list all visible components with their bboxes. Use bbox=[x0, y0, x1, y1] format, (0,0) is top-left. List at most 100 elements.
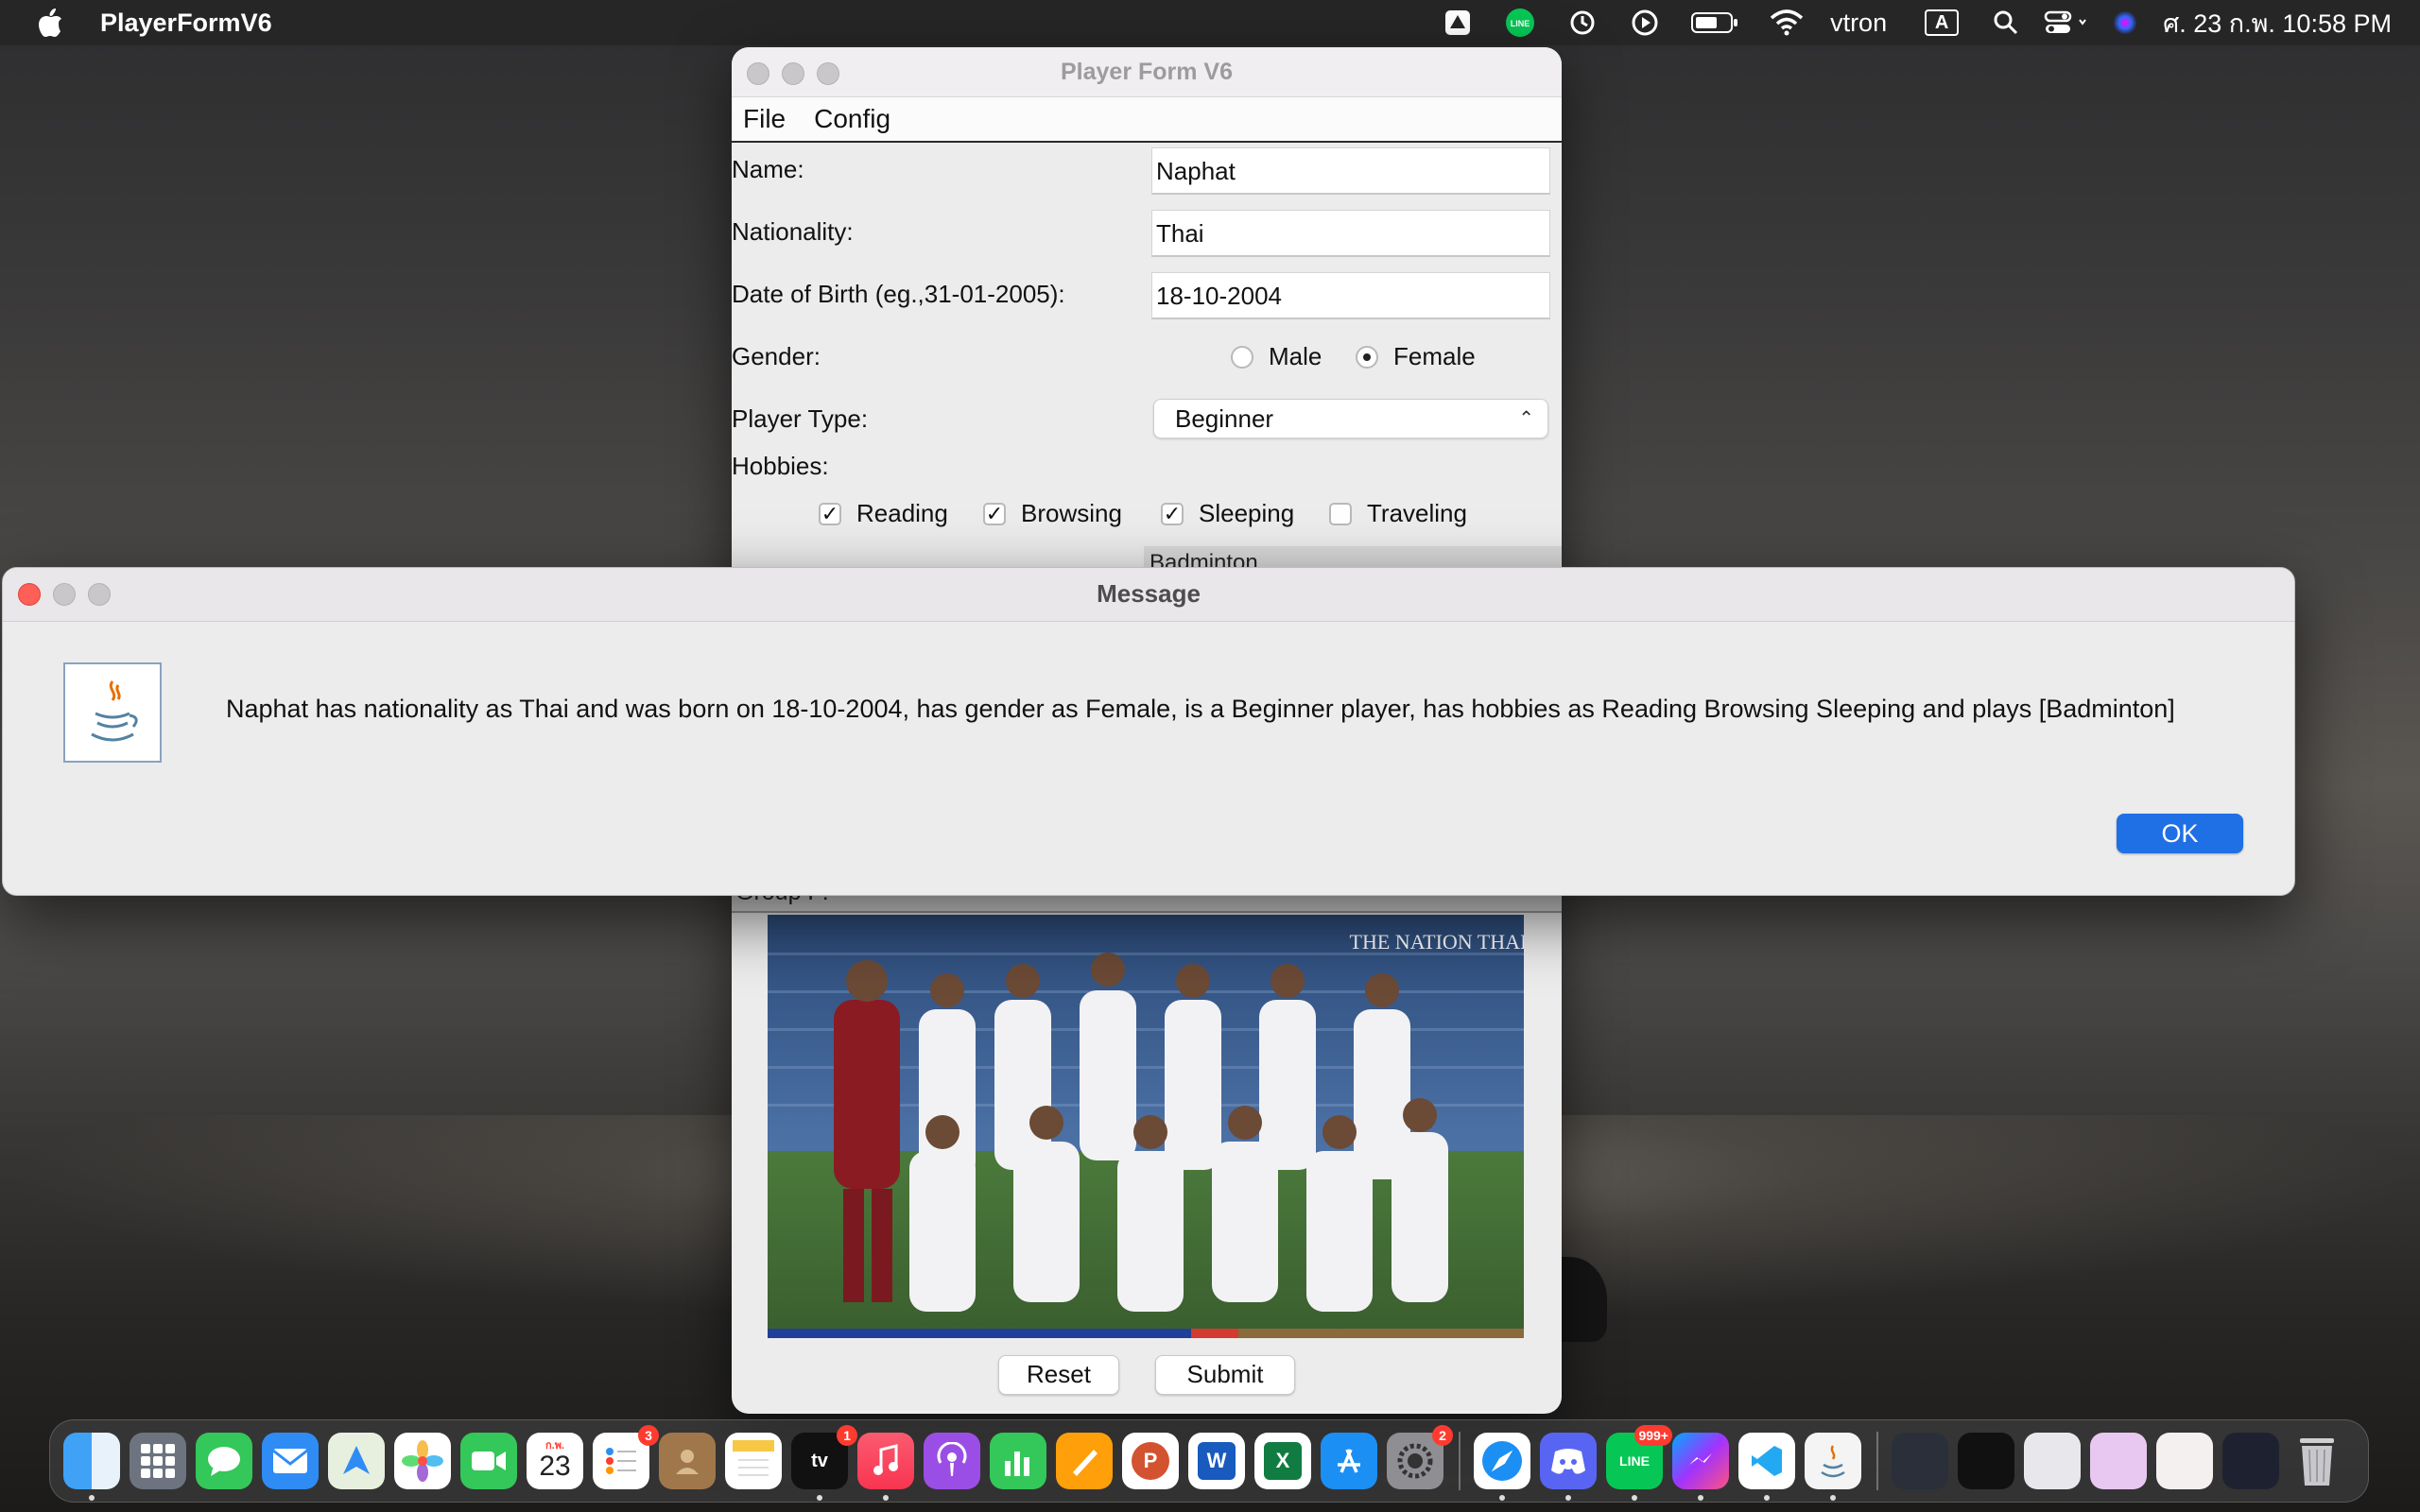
dob-label: Date of Birth (eg.,31-01-2005): bbox=[732, 280, 1065, 308]
app-menu-bar: File Config bbox=[732, 97, 1562, 143]
messenger-icon[interactable] bbox=[1672, 1433, 1729, 1501]
wifi-icon[interactable] bbox=[1768, 0, 1806, 45]
maps-icon[interactable] bbox=[328, 1433, 385, 1489]
user-name[interactable]: vtron bbox=[1830, 9, 1887, 38]
calendar-day: 23 bbox=[539, 1451, 571, 1482]
hobby-browsing-label: Browsing bbox=[1021, 499, 1122, 527]
calendar-icon[interactable]: ก.พ. 23 bbox=[527, 1433, 583, 1489]
siri-icon[interactable] bbox=[2108, 0, 2142, 45]
safari-icon[interactable] bbox=[1474, 1433, 1530, 1501]
mail-icon[interactable] bbox=[262, 1433, 319, 1489]
minimized-window-5[interactable] bbox=[2156, 1433, 2213, 1489]
gender-label: Gender: bbox=[732, 342, 821, 370]
apple-icon[interactable] bbox=[36, 9, 64, 37]
nationality-field[interactable]: Thai bbox=[1151, 210, 1550, 257]
settings-badge: 2 bbox=[1432, 1425, 1453, 1446]
drive-icon[interactable] bbox=[1441, 0, 1475, 45]
hobby-traveling-checkbox[interactable]: Traveling bbox=[1329, 499, 1467, 528]
play-icon[interactable] bbox=[1628, 0, 1662, 45]
active-app-name[interactable]: PlayerFormV6 bbox=[100, 9, 272, 38]
menu-file[interactable]: File bbox=[732, 104, 797, 134]
messages-icon[interactable] bbox=[196, 1433, 252, 1489]
powerpoint-icon[interactable]: P bbox=[1122, 1433, 1179, 1489]
launchpad-icon[interactable] bbox=[130, 1433, 186, 1489]
checkbox-checked-icon: ✓ bbox=[1161, 502, 1184, 525]
excel-glyph: X bbox=[1264, 1442, 1302, 1480]
reminders-icon[interactable]: 3 bbox=[593, 1425, 659, 1489]
minimized-window-4[interactable] bbox=[2090, 1433, 2147, 1489]
line-icon-text: LINE bbox=[1511, 19, 1530, 28]
word-glyph: W bbox=[1198, 1442, 1236, 1480]
hobbies-label: Hobbies: bbox=[732, 452, 829, 480]
app-store-icon[interactable] bbox=[1321, 1433, 1377, 1489]
message-dialog: Message Naphat has nationality as Thai a… bbox=[2, 567, 2295, 896]
window-title: Player Form V6 bbox=[1060, 59, 1234, 85]
line-app-icon[interactable]: LINE 999+ bbox=[1606, 1425, 1672, 1501]
pages-icon[interactable] bbox=[1056, 1433, 1113, 1489]
nationality-label: Nationality: bbox=[732, 217, 854, 246]
discord-icon[interactable] bbox=[1540, 1433, 1597, 1501]
powerpoint-glyph: P bbox=[1132, 1442, 1169, 1480]
dock-separator bbox=[1459, 1432, 1461, 1490]
input-source-label: A bbox=[1925, 9, 1960, 36]
podcasts-icon[interactable] bbox=[924, 1433, 980, 1489]
player-type-value: Beginner bbox=[1175, 404, 1274, 433]
battery-icon[interactable] bbox=[1690, 0, 1739, 45]
menu-config[interactable]: Config bbox=[803, 104, 902, 134]
hobby-reading-label: Reading bbox=[856, 499, 948, 527]
player-type-label: Player Type: bbox=[732, 404, 869, 433]
hobby-browsing-checkbox[interactable]: ✓ Browsing bbox=[983, 499, 1122, 528]
name-field[interactable]: Naphat bbox=[1151, 147, 1550, 195]
apple-tv-icon[interactable]: tv 1 bbox=[791, 1425, 857, 1501]
numbers-icon[interactable] bbox=[990, 1433, 1046, 1489]
date-time[interactable]: ศ. 23 ก.พ. 10:58 PM bbox=[2163, 3, 2392, 43]
player-form-titlebar[interactable]: Player Form V6 bbox=[732, 47, 1562, 97]
team-photo: THE NATION THAILAND bbox=[768, 915, 1524, 1338]
minimized-window-6[interactable] bbox=[2222, 1433, 2279, 1489]
tv-glyph: tv bbox=[811, 1450, 828, 1471]
gender-female-label: Female bbox=[1393, 342, 1476, 370]
java-app-icon[interactable] bbox=[1805, 1433, 1861, 1501]
hobby-sleeping-checkbox[interactable]: ✓ Sleeping bbox=[1161, 499, 1294, 528]
word-icon[interactable]: W bbox=[1188, 1433, 1245, 1489]
dialog-titlebar[interactable]: Message bbox=[3, 568, 2294, 622]
reset-button[interactable]: Reset bbox=[998, 1355, 1119, 1395]
hobby-traveling-label: Traveling bbox=[1367, 499, 1467, 527]
line-icon[interactable]: LINE bbox=[1503, 0, 1537, 45]
notes-icon[interactable] bbox=[725, 1433, 782, 1489]
photos-icon[interactable] bbox=[394, 1433, 451, 1489]
minimized-window-3[interactable] bbox=[2024, 1433, 2081, 1489]
contacts-icon[interactable] bbox=[659, 1433, 716, 1489]
dob-field[interactable]: 18-10-2004 bbox=[1151, 272, 1550, 319]
name-label: Name: bbox=[732, 155, 804, 183]
minimized-window-1[interactable] bbox=[1892, 1433, 1948, 1489]
finder-icon[interactable] bbox=[63, 1433, 120, 1501]
submit-button[interactable]: Submit bbox=[1155, 1355, 1295, 1395]
gender-female-radio[interactable]: Female bbox=[1356, 342, 1476, 371]
checkbox-unchecked-icon bbox=[1329, 502, 1352, 525]
input-source-indicator[interactable]: A bbox=[1923, 0, 1961, 45]
search-icon[interactable] bbox=[1989, 0, 2023, 45]
photo-watermark: THE NATION THAILAND bbox=[1350, 930, 1524, 954]
vscode-icon[interactable] bbox=[1738, 1433, 1795, 1501]
time-machine-icon[interactable] bbox=[1565, 0, 1599, 45]
music-icon[interactable] bbox=[857, 1433, 914, 1501]
control-center-icon[interactable] bbox=[2044, 0, 2091, 45]
dialog-title: Message bbox=[1097, 579, 1201, 608]
minimized-window-2[interactable] bbox=[1958, 1433, 2014, 1489]
system-menu-bar: PlayerFormV6 LINE vtron A ศ. 23 ก.พ. 10:… bbox=[0, 0, 2420, 45]
hobby-reading-checkbox[interactable]: ✓ Reading bbox=[819, 499, 948, 528]
tv-badge: 1 bbox=[837, 1425, 857, 1446]
dock: ก.พ. 23 3 tv 1 P W X 2 LINE 999+ bbox=[49, 1419, 2369, 1503]
line-badge: 999+ bbox=[1634, 1425, 1672, 1446]
radio-male-indicator bbox=[1231, 345, 1253, 369]
player-type-select[interactable]: Beginner ⌃ bbox=[1153, 399, 1548, 438]
facetime-icon[interactable] bbox=[460, 1433, 517, 1489]
system-settings-icon[interactable]: 2 bbox=[1387, 1425, 1453, 1489]
chevron-updown-icon: ⌃ bbox=[1518, 408, 1534, 429]
gender-male-radio[interactable]: Male bbox=[1231, 342, 1322, 371]
ok-button[interactable]: OK bbox=[2117, 814, 2243, 853]
status-area: LINE vtron A ศ. 23 ก.พ. 10:58 PM bbox=[1441, 0, 2420, 45]
trash-icon[interactable] bbox=[2289, 1433, 2345, 1489]
excel-icon[interactable]: X bbox=[1254, 1433, 1311, 1489]
